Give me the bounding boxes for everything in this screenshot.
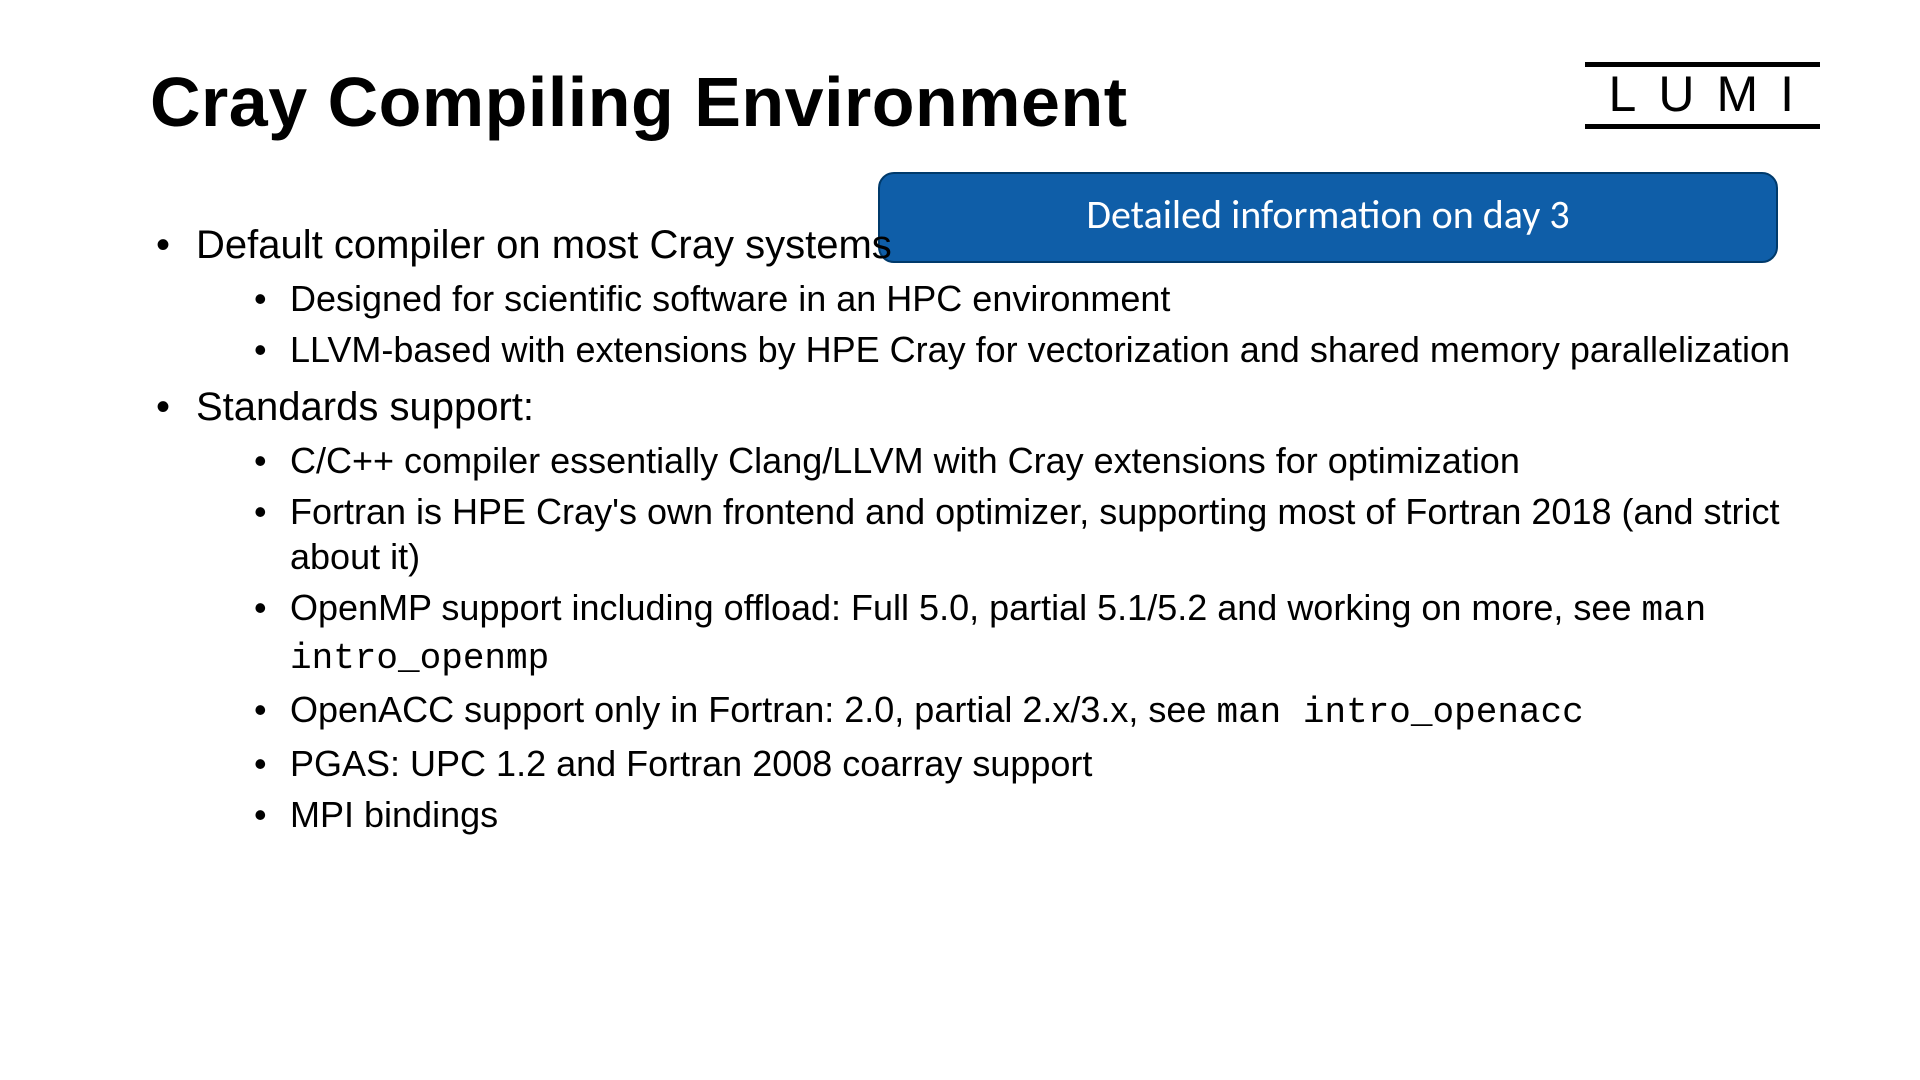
bullet-level2: Designed for scientific software in an H… [250,276,1800,321]
bullet-level2: LLVM-based with extensions by HPE Cray f… [250,327,1800,372]
bullet-text: OpenACC support only in Fortran: 2.0, pa… [290,689,1216,730]
bullet-level2: PGAS: UPC 1.2 and Fortran 2008 coarray s… [250,741,1800,786]
slide-title: Cray Compiling Environment [150,62,1128,142]
bullet-text: LLVM-based with extensions by HPE Cray f… [290,329,1790,370]
bullet-text: Default compiler on most Cray systems [196,223,892,267]
bullet-level2: OpenMP support including offload: Full 5… [250,585,1800,681]
lumi-logo: LUMI [1585,62,1820,129]
bullet-level2: C/C++ compiler essentially Clang/LLVM wi… [250,438,1800,483]
bullet-text: MPI bindings [290,794,498,835]
bullet-level2: OpenACC support only in Fortran: 2.0, pa… [250,687,1800,735]
bullet-text: C/C++ compiler essentially Clang/LLVM wi… [290,440,1520,481]
bullet-level1: Standards support: C/C++ compiler essent… [150,382,1800,837]
bullet-text: Designed for scientific software in an H… [290,278,1170,319]
bullet-level1: Default compiler on most Cray systems De… [150,220,1800,372]
bullet-level2: MPI bindings [250,792,1800,837]
bullet-text: OpenMP support including offload: Full 5… [290,587,1641,628]
bullet-text: PGAS: UPC 1.2 and Fortran 2008 coarray s… [290,743,1092,784]
code-text: man intro_openacc [1216,692,1583,733]
slide-body: Default compiler on most Cray systems De… [150,220,1800,847]
bullet-text: Standards support: [196,385,534,429]
bullet-text: Fortran is HPE Cray's own frontend and o… [290,491,1780,577]
bullet-level2: Fortran is HPE Cray's own frontend and o… [250,489,1800,579]
slide: Cray Compiling Environment LUMI Detailed… [0,0,1920,1080]
